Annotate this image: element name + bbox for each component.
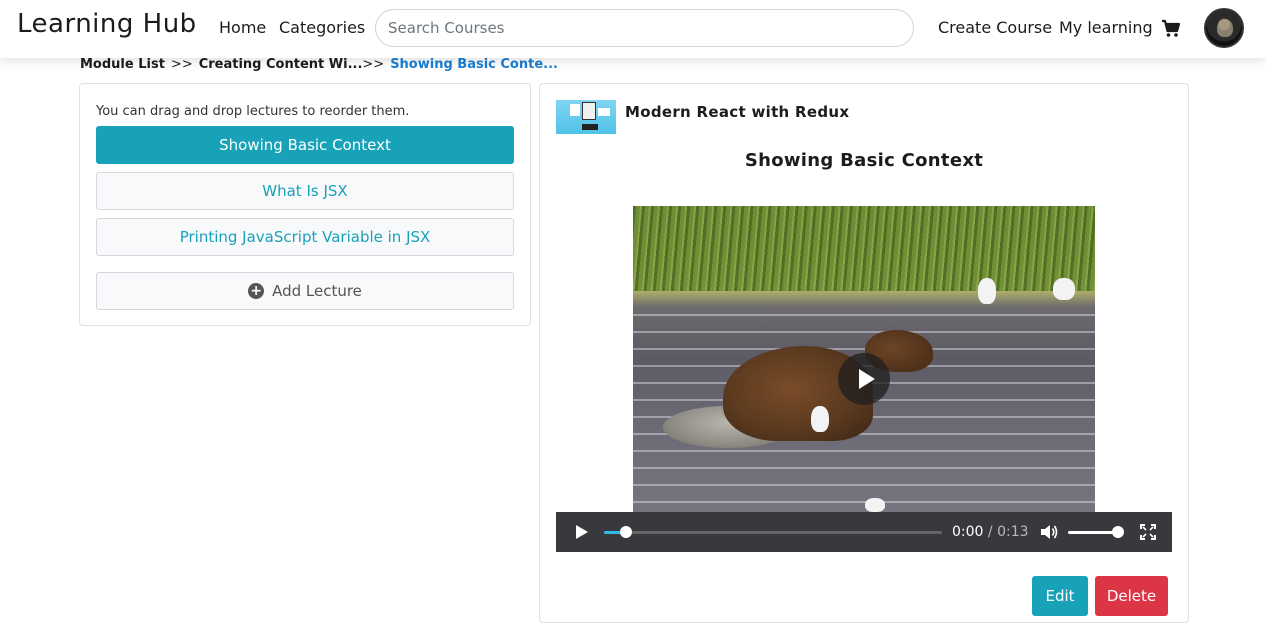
lecture-viewer-panel: Modern React with Redux Showing Basic Co… [539,83,1189,623]
user-avatar[interactable] [1204,8,1244,48]
breadcrumb-current-lecture: Showing Basic Conte... [390,57,558,72]
breadcrumb-separator: >> [362,57,385,72]
time-separator: / [987,524,993,540]
big-play-button[interactable] [838,353,890,405]
lecture-item-label: What Is JSX [262,182,348,200]
breadcrumb-separator: >> [170,57,193,72]
progress-scrubber[interactable] [620,526,633,538]
search-input[interactable] [375,9,914,47]
lecture-title: Showing Basic Context [744,150,984,171]
course-title: Modern React with Redux [625,103,850,121]
lecture-item-label: Printing JavaScript Variable in JSX [179,228,431,246]
fullscreen-icon[interactable] [1140,524,1156,540]
breadcrumb-module-list[interactable]: Module List [80,57,165,72]
edit-button[interactable]: Edit [1032,576,1088,616]
nav-home-link[interactable]: Home [219,18,266,37]
video-controls-bar: 0:00 / 0:13 [556,512,1172,552]
course-thumbnail [556,100,616,134]
lecture-item-label: Showing Basic Context [219,136,391,154]
volume-slider-thumb[interactable] [1112,526,1124,538]
lecture-item[interactable]: Printing JavaScript Variable in JSX [96,218,514,256]
breadcrumb: Module List >> Creating Content Wi...>> Sho… [80,57,558,72]
nav-create-course-link[interactable]: Create Course [938,18,1052,37]
lecture-list-panel: You can drag and drop lectures to reorde… [79,83,531,326]
cart-icon[interactable] [1161,19,1181,39]
add-lecture-label: Add Lecture [272,282,362,300]
delete-button[interactable]: Delete [1095,576,1168,616]
nav-my-learning-link[interactable]: My learning [1059,18,1153,37]
reorder-hint: You can drag and drop lectures to reorde… [96,104,410,119]
duration: 0:13 [997,524,1029,540]
volume-slider[interactable] [1068,526,1124,538]
volume-icon[interactable] [1040,524,1058,540]
video-player[interactable] [633,206,1095,512]
lecture-item-active[interactable]: Showing Basic Context [96,126,514,164]
breadcrumb-module[interactable]: Creating Content Wi... [199,57,363,72]
plus-circle-icon: + [248,283,265,299]
current-time: 0:00 [952,524,984,540]
time-display: 0:00 / 0:13 [952,524,1029,540]
top-navbar: Learning Hub Home Categories Create Cour… [0,0,1266,58]
add-lecture-button[interactable]: + Add Lecture [96,272,514,310]
lecture-item[interactable]: What Is JSX [96,172,514,210]
progress-bar[interactable] [604,526,942,538]
play-icon[interactable] [574,524,590,540]
nav-categories-link[interactable]: Categories [279,18,365,37]
brand-logo[interactable]: Learning Hub [17,9,197,39]
